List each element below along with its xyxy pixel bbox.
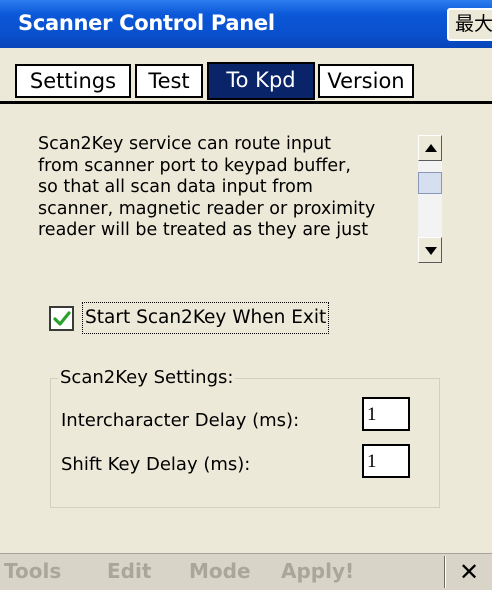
scroll-down-button[interactable] <box>418 237 442 263</box>
intercharacter-delay-input[interactable]: 1 <box>362 397 410 431</box>
description-line: scanner, magnetic reader or proximity <box>38 198 376 219</box>
checkmark-icon <box>53 311 71 326</box>
description-line: from scanner port to keypad buffer, <box>38 155 351 176</box>
tab-settings[interactable]: Settings <box>15 64 131 98</box>
title-bar: Scanner Control Panel 最大 <box>0 0 492 48</box>
description-scrollbar[interactable] <box>418 135 442 263</box>
menu-separator <box>444 556 446 588</box>
tab-to-kpd[interactable]: To Kpd <box>207 62 315 100</box>
close-icon[interactable]: ✕ <box>451 557 487 587</box>
description-line: Scan2Key service can route input <box>38 134 332 154</box>
start-on-exit-label[interactable]: Start Scan2Key When Exit <box>82 302 330 334</box>
intercharacter-delay-label: Intercharacter Delay (ms): <box>61 410 300 431</box>
start-on-exit-checkbox[interactable] <box>49 306 74 331</box>
window-title: Scanner Control Panel <box>18 11 275 35</box>
arrow-up-icon <box>425 144 437 152</box>
scroll-thumb[interactable] <box>418 172 442 194</box>
description-line: reader will be treated as they are just <box>38 220 369 240</box>
description-line: so that all scan data input from <box>38 177 313 197</box>
scroll-up-button[interactable] <box>418 135 442 161</box>
maximize-button[interactable]: 最大 <box>447 8 492 41</box>
settings-group-title: Scan2Key Settings: <box>58 367 236 388</box>
menu-tools[interactable]: Tools <box>4 559 61 583</box>
menu-mode[interactable]: Mode <box>189 559 251 583</box>
shift-key-delay-input[interactable]: 1 <box>362 444 410 478</box>
tab-divider <box>0 101 492 104</box>
arrow-down-icon <box>425 247 437 255</box>
tab-strip: Settings Test To Kpd Version <box>0 48 492 106</box>
tab-version[interactable]: Version <box>318 64 414 98</box>
menu-edit[interactable]: Edit <box>107 559 151 583</box>
description-text: Scan2Key service can route input from sc… <box>38 134 448 264</box>
tab-test[interactable]: Test <box>135 64 203 98</box>
menu-bar: Tools Edit Mode Apply! ✕ <box>0 553 492 590</box>
shift-key-delay-label: Shift Key Delay (ms): <box>61 454 251 475</box>
menu-apply[interactable]: Apply! <box>281 559 354 583</box>
